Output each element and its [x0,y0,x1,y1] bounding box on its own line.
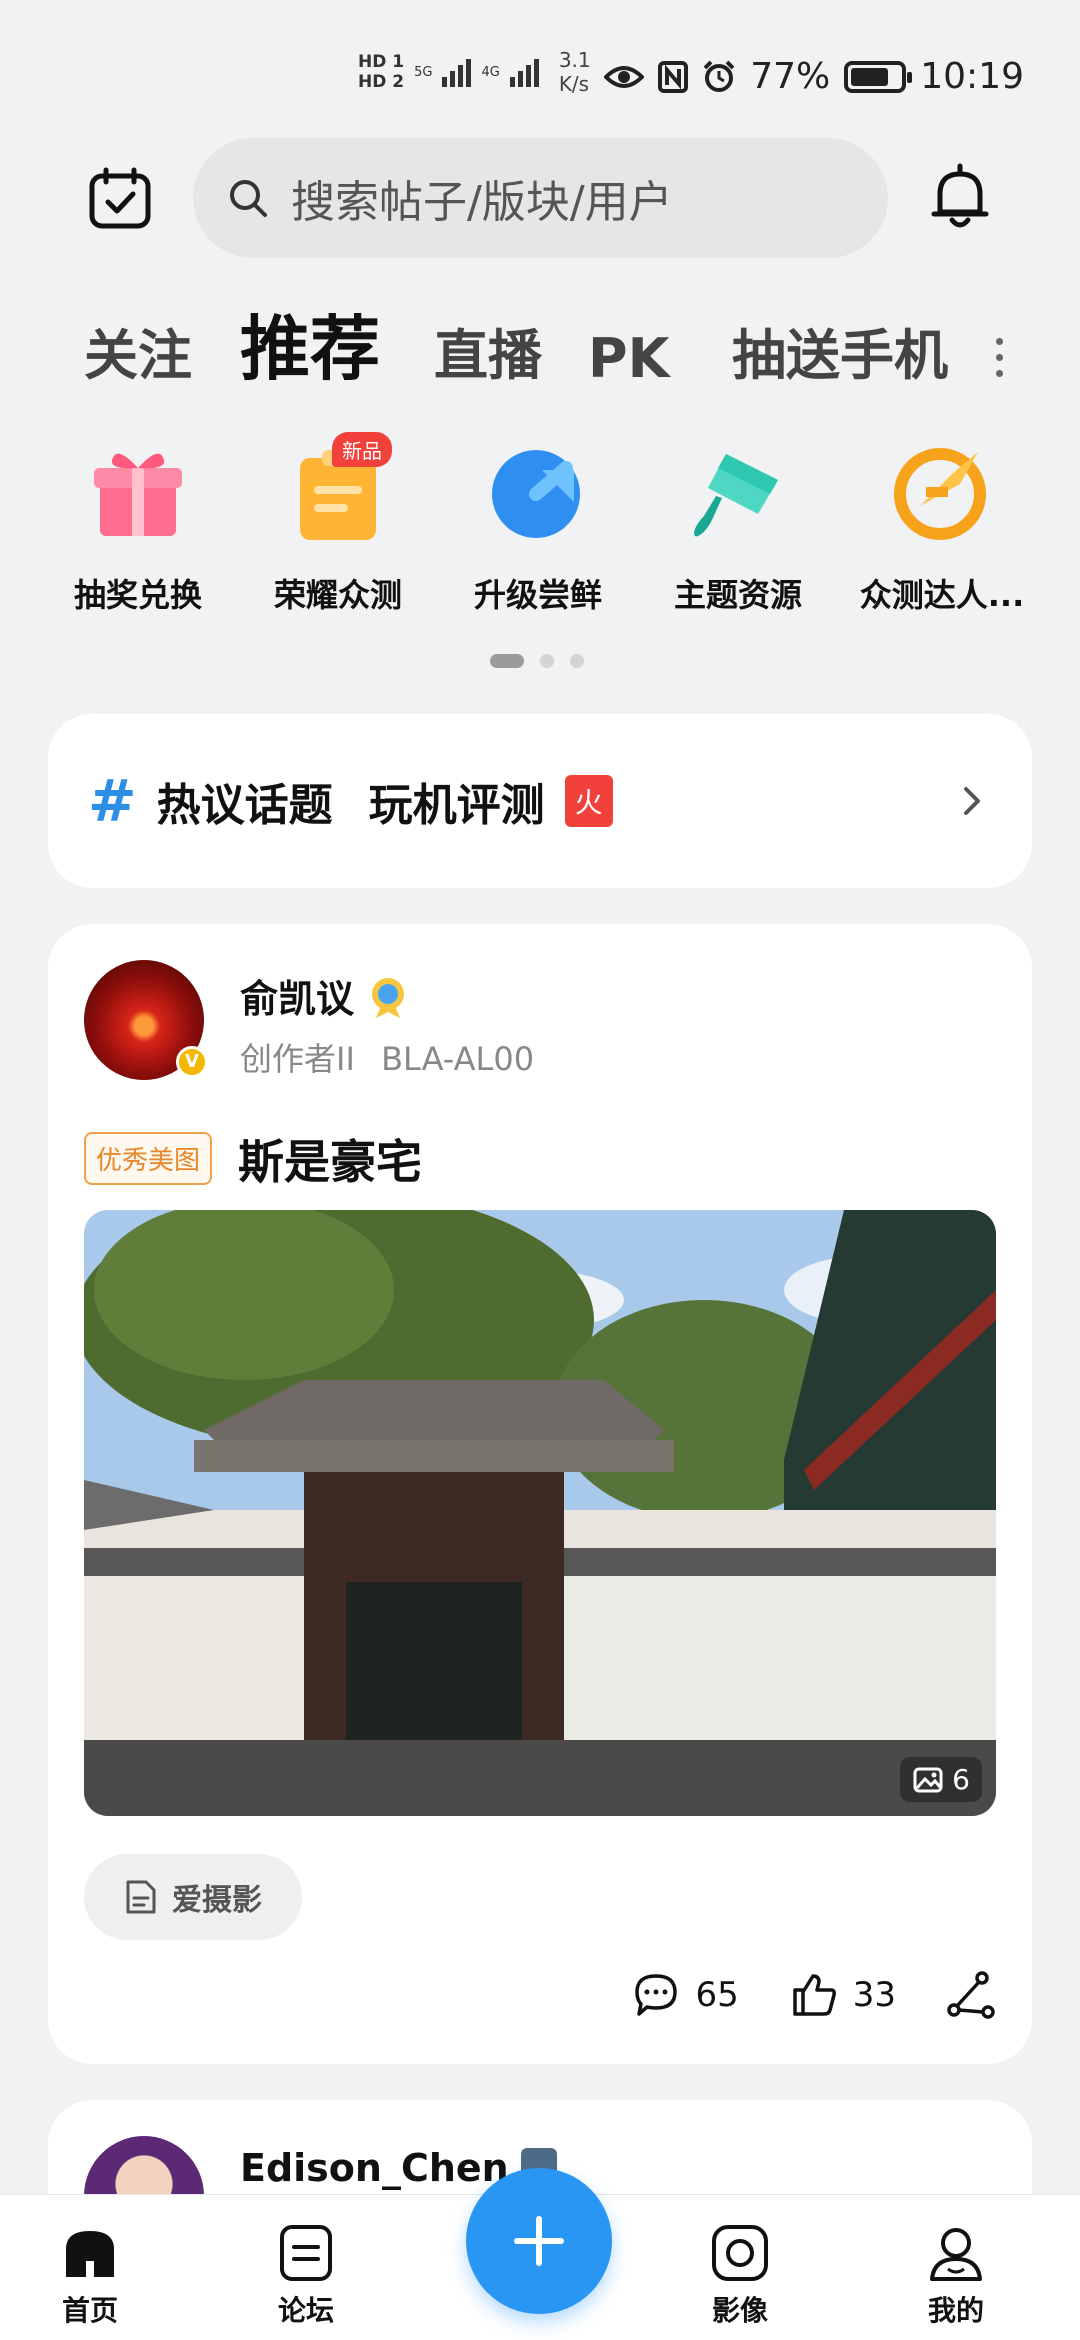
battery-percent: 77% [750,56,831,97]
create-post-button[interactable] [466,2168,612,2314]
nav-profile[interactable]: 我的 [896,2223,1016,2329]
system-indicators: 77% 10:19 [604,56,1024,97]
quick-link-themes[interactable]: 主题资源 [638,440,838,616]
tab-recommend[interactable]: 推荐 [240,293,380,394]
network-indicators: HD 1 HD 2 5G 4G 3.1 K/s [358,48,591,96]
category-tabs: 关注 推荐 直播 PK 抽送手机 [0,300,1080,410]
hot-topic-name[interactable]: 玩机评测 [369,769,545,833]
alarm-icon [703,60,735,92]
nav-forum[interactable]: 论坛 [246,2223,366,2329]
like-count: 33 [852,1975,896,2015]
share-icon [947,1971,995,2019]
nav-imaging[interactable]: 影像 [680,2223,800,2329]
hot-topics-title: 热议话题 [156,780,333,831]
thumbs-up-icon [792,1974,836,2016]
tab-pk[interactable]: PK [588,327,669,390]
calendar-check-icon[interactable] [88,166,152,230]
status-bar: HD 1 HD 2 5G 4G 3.1 K/s 77% 10:19 [0,0,1080,130]
post-title[interactable]: 斯是豪宅 [238,1126,422,1192]
excellent-photo-tag: 优秀美图 [84,1132,213,1185]
signal-4g-icon [509,57,539,87]
eye-comfort-icon [604,65,645,88]
author-name[interactable]: Edison_Chen [240,2146,509,2190]
document-icon [126,1880,156,1914]
search-bar[interactable]: 搜索帖子/版块/用户 [193,138,888,258]
quick-link-label: 众测达人... [859,576,1025,614]
level-badge-icon [372,977,405,1018]
signal-5g-icon [442,57,472,87]
comment-count: 65 [695,1975,739,2015]
battery-icon [844,60,913,93]
quick-link-experts[interactable]: 众测达人... [842,440,1042,616]
verified-badge: V [176,1046,208,1078]
forum-icon [280,2225,332,2281]
nav-label: 我的 [927,2294,984,2327]
search-icon [230,180,267,217]
author-device: BLA-AL00 [381,1040,535,1078]
post-image[interactable]: 6 [84,1210,996,1816]
tab-follow[interactable]: 关注 [84,311,192,390]
image-count: 6 [952,1763,970,1796]
post-card[interactable]: V 俞凯议 创作者II BLA-AL00 优秀美图 斯是豪宅 6 爱摄影 65 … [48,924,1032,2064]
plus-icon [514,2216,564,2266]
profile-icon [930,2228,982,2281]
hot-topics-card[interactable]: # 热议话题 玩机评测 火 [48,714,1032,888]
quick-link-label: 荣耀众测 [273,576,402,614]
camera-icon [712,2225,768,2281]
new-badge: 新品 [332,432,392,467]
comment-icon [635,1974,678,2016]
network-5g-label: 5G [414,64,433,80]
nav-label: 影像 [711,2294,768,2327]
gift-icon [86,440,190,544]
nav-label: 首页 [61,2294,118,2327]
author-row: 俞凯议 [240,968,408,1023]
quick-links: 抽奖兑换 新品 荣耀众测 升级尝鲜 主题资源 众测达人... [0,432,1080,640]
speed-value: 3.1 [558,48,591,72]
quick-link-crowdtest[interactable]: 新品 荣耀众测 [238,432,438,616]
expert-badge-icon [890,440,994,544]
like-button[interactable]: 33 [789,1970,896,2020]
page-indicator [490,654,584,668]
hot-badge: 火 [564,775,613,827]
nav-home[interactable]: 首页 [30,2223,150,2329]
home-icon [66,2231,114,2277]
network-4g-label: 4G [481,64,500,80]
author-avatar[interactable]: V [84,960,208,1080]
sim1-label: HD 1 [358,52,405,72]
sim2-label: HD 2 [358,72,405,92]
author-name[interactable]: 俞凯议 [240,968,354,1023]
more-tabs-icon[interactable] [996,338,1008,382]
tab-giveaway[interactable]: 抽送手机 [732,311,948,390]
forum-name: 爱摄影 [172,1883,262,1918]
upgrade-icon [486,440,590,544]
clock: 10:19 [920,56,1024,97]
image-count-badge: 6 [900,1757,982,1802]
quick-link-label: 主题资源 [673,576,802,614]
forum-chip[interactable]: 爱摄影 [84,1854,302,1940]
share-button[interactable] [946,1970,996,2020]
clipboard-icon: 新品 [286,432,392,544]
network-speed: 3.1 K/s [559,48,591,96]
quick-link-upgrade[interactable]: 升级尝鲜 [438,440,638,616]
quick-link-lottery[interactable]: 抽奖兑换 [38,440,238,616]
quick-link-label: 升级尝鲜 [473,576,602,614]
tab-live[interactable]: 直播 [434,311,542,390]
chevron-right-icon[interactable] [952,781,992,821]
speed-unit: K/s [558,72,590,96]
gallery-icon [913,1767,943,1792]
notification-bell-icon[interactable] [924,160,996,232]
post-image-illustration [84,1210,996,1816]
comment-button[interactable]: 65 [631,1970,739,2020]
author-meta: 创作者II BLA-AL00 [240,1034,534,1080]
sim-indicators: HD 1 HD 2 [358,52,404,92]
search-placeholder: 搜索帖子/版块/用户 [291,177,673,228]
post-actions: 65 33 [631,1970,996,2020]
nfc-icon [658,60,689,93]
paint-brush-icon [686,440,790,544]
hashtag-icon: # [88,767,137,835]
author-role: 创作者II [240,1040,355,1078]
quick-link-label: 抽奖兑换 [73,576,202,614]
nav-label: 论坛 [277,2294,334,2327]
